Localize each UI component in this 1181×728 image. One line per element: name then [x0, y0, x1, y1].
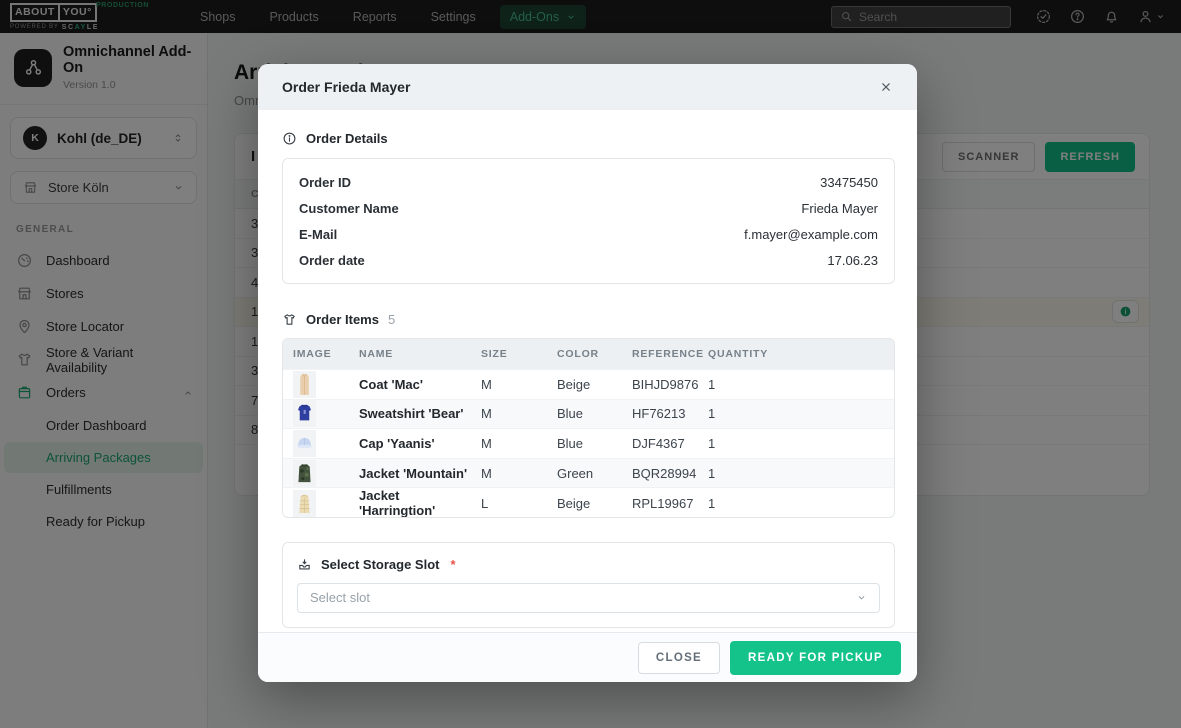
close-button[interactable]: CLOSE	[638, 642, 720, 674]
email-value: f.mayer@example.com	[744, 227, 878, 242]
order-details-heading: Order Details	[282, 131, 895, 146]
detail-row-order-id: Order ID33475450	[299, 169, 878, 195]
modal-footer: CLOSE READY FOR PICKUP	[258, 632, 917, 682]
storage-slot-select[interactable]: Select slot	[297, 583, 880, 613]
product-thumbnail-sweatshirt	[293, 400, 316, 427]
close-icon[interactable]	[879, 80, 893, 94]
order-id-value: 33475450	[820, 175, 878, 190]
product-thumbnail-puffer-jacket	[293, 490, 316, 517]
ready-for-pickup-button[interactable]: READY FOR PICKUP	[730, 641, 901, 675]
items-table-header: IMAGE NAME SIZE COLOR REFERENCE QUANTITY	[283, 339, 894, 369]
order-items-table: IMAGE NAME SIZE COLOR REFERENCE QUANTITY…	[282, 338, 895, 518]
item-row-jacket-harringtion: Jacket 'Harringtion' L Beige RPL19967 1	[283, 487, 894, 517]
order-date-value: 17.06.23	[827, 253, 878, 268]
detail-row-order-date: Order date17.06.23	[299, 247, 878, 273]
product-thumbnail-coat	[293, 371, 316, 398]
modal-header: Order Frieda Mayer	[258, 64, 917, 110]
customer-name-value: Frieda Mayer	[801, 201, 878, 216]
tshirt-icon	[282, 312, 297, 327]
detail-row-customer-name: Customer NameFrieda Mayer	[299, 195, 878, 221]
item-row-cap-yaanis: Cap 'Yaanis' M Blue DJF4367 1	[283, 428, 894, 458]
info-icon	[282, 131, 297, 146]
detail-row-email: E-Mailf.mayer@example.com	[299, 221, 878, 247]
storage-tray-icon	[297, 557, 312, 572]
storage-slot-heading: Select Storage Slot *	[297, 557, 880, 572]
required-marker: *	[450, 557, 455, 572]
order-items-count: 5	[388, 312, 395, 327]
product-thumbnail-cap	[293, 430, 316, 457]
modal-title: Order Frieda Mayer	[282, 79, 410, 95]
storage-slot-placeholder: Select slot	[310, 590, 370, 605]
item-row-jacket-mountain: Jacket 'Mountain' M Green BQR28994 1	[283, 458, 894, 488]
product-thumbnail-camo-jacket	[293, 460, 316, 487]
item-row-coat-mac: Coat 'Mac' M Beige BIHJD9876 1	[283, 369, 894, 399]
order-modal: Order Frieda Mayer Order Details Order I…	[258, 64, 917, 682]
storage-slot-card: Select Storage Slot * Select slot	[282, 542, 895, 628]
item-row-sweatshirt-bear: Sweatshirt 'Bear' M Blue HF76213 1	[283, 399, 894, 429]
order-details-card: Order ID33475450 Customer NameFrieda May…	[282, 158, 895, 284]
order-items-heading: Order Items 5	[282, 312, 895, 327]
chevron-down-icon	[856, 592, 867, 603]
